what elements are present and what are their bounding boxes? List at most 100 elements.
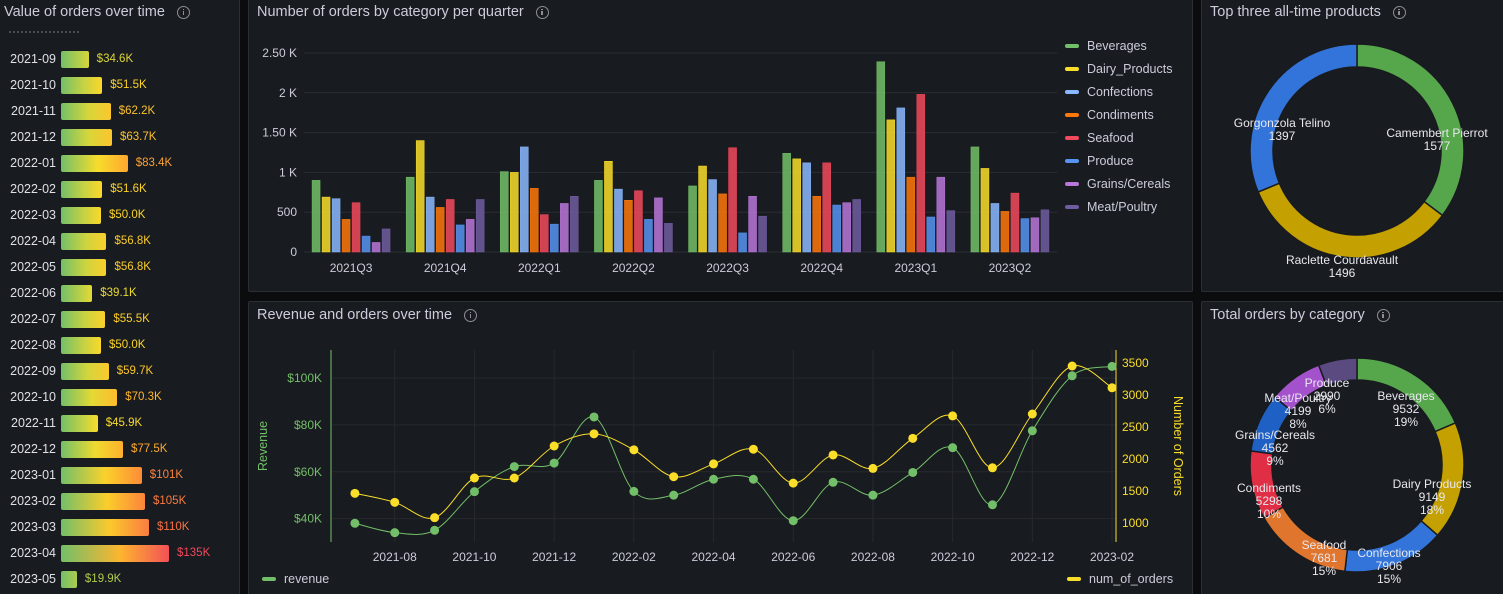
bar-chart-bar [936, 176, 946, 253]
bar-chart-bar [530, 188, 539, 253]
line-chart-ytick-left: $100K [287, 371, 322, 385]
bar-gauge-row: 2023-01 $101K [0, 464, 183, 486]
bar-chart-bar [321, 196, 331, 253]
bar-gauge-value: $56.8K [114, 235, 151, 247]
bar-gauge-bar [61, 76, 103, 94]
line-chart-ytick-right: 1500 [1122, 484, 1149, 498]
legend-item[interactable]: Seafood [1065, 131, 1134, 145]
line-point [430, 525, 440, 535]
bar-gauge-value: $34.6K [96, 53, 134, 65]
bar-chart-bar [361, 235, 371, 253]
bar-chart-bar [594, 180, 603, 253]
bar-gauge-bar [61, 232, 107, 250]
donut-value: 1397 [1269, 129, 1296, 143]
line-point [868, 490, 878, 500]
bar-gauge-value: $59.7K [116, 365, 154, 377]
line-point [430, 513, 440, 523]
bar-chart-xtick: 2022Q2 [612, 261, 655, 275]
donut-label: Raclette Courdavault [1286, 253, 1399, 267]
bar-chart-bar [708, 179, 717, 253]
bar-chart-bar [1010, 192, 1020, 253]
legend-swatch [1065, 67, 1079, 71]
bar-chart-bar [852, 199, 861, 253]
bar-chart-bar [782, 153, 791, 253]
bar-chart-bar [990, 203, 1000, 253]
donut-percent: 18% [1420, 503, 1444, 517]
donut-label: Beverages [1377, 389, 1434, 403]
bar-chart-bar [832, 204, 841, 253]
legend-label: Grains/Cereals [1087, 177, 1171, 191]
legend-label: Seafood [1087, 131, 1134, 145]
legend-item[interactable]: Confections [1065, 85, 1153, 99]
bar-chart-xtick: 2022Q4 [800, 261, 843, 275]
legend-item[interactable]: Meat/Poultry [1065, 200, 1157, 214]
value-orders-panel: Value of orders over time 2021-09 $34.6K 2… [0, 0, 240, 594]
bar-gauge-label: 2023-04 [10, 546, 56, 560]
bar-gauge-bar [61, 362, 109, 380]
bar-gauge-value: $101K [149, 469, 184, 481]
bar-gauge-row: 2022-09 $59.7K [0, 360, 153, 382]
bar-gauge-value: $39.1K [100, 287, 137, 299]
donut-value: 9532 [1393, 402, 1420, 416]
bar-chart-bar [822, 162, 831, 253]
bar-gauge-value: $83.4K [135, 157, 173, 169]
line-point [788, 516, 798, 526]
bar-gauge-row: 2021-11 $62.2K [0, 100, 155, 122]
bar-gauge-label: 2022-10 [10, 390, 56, 404]
legend-item[interactable]: Grains/Cereals [1065, 177, 1170, 191]
bar-gauge-bar [61, 310, 106, 328]
line-point [748, 444, 758, 454]
line-chart-xtick: 2022-12 [1010, 550, 1054, 564]
legend-swatch [1067, 577, 1081, 581]
bar-gauge-value: $63.7K [119, 131, 157, 143]
line-chart-ytick-right: 3000 [1122, 388, 1149, 402]
legend-item[interactable]: Condiments [1065, 108, 1154, 122]
donut-percent: 9% [1266, 454, 1284, 468]
bar-gauge-label: 2021-11 [11, 104, 56, 118]
line-point [469, 487, 479, 497]
bar-gauge-label: 2022-02 [10, 182, 56, 196]
donut-label: Gorgonzola Telino [1234, 116, 1331, 130]
line-series-revenue [354, 365, 1113, 535]
bar-gauge-value: $70.3K [125, 391, 162, 403]
bar-chart-bar [728, 147, 737, 253]
bar-gauge-label: 2022-01 [10, 156, 56, 170]
bar-gauge-value: $135K [177, 547, 211, 559]
line-chart-ytick-left: $60K [294, 465, 322, 479]
bar-chart-bar [415, 140, 425, 253]
bar-gauge-row: 2022-03 $50.0K [0, 204, 145, 226]
bar-chart-ytick: 0 [290, 245, 297, 259]
bar-chart-bar [792, 158, 801, 253]
panel-title: Value of orders over time [4, 4, 190, 20]
bar-chart-bar [812, 196, 821, 253]
bar-gauge-bar [61, 180, 103, 198]
bar-chart-bar [1020, 218, 1030, 253]
legend-swatch [262, 577, 276, 581]
bar-gauge-value: $105K [153, 495, 187, 507]
bar-chart-bar [738, 232, 747, 253]
bar-chart-bar [510, 172, 519, 253]
info-icon[interactable] [176, 5, 190, 19]
bar-chart-xtick: 2023Q1 [894, 261, 937, 275]
donut-value: 1496 [1329, 266, 1356, 280]
line-point [509, 462, 519, 472]
line-chart-ytick-left: $80K [294, 418, 322, 432]
bar-chart-bar [1000, 211, 1010, 253]
legend-item[interactable]: Dairy_Products [1065, 62, 1172, 76]
bar-chart-bar [980, 168, 990, 253]
line-chart-ytick-right: 2000 [1122, 452, 1149, 466]
legend-item[interactable]: Beverages [1065, 39, 1147, 53]
bar-gauge-bar [61, 492, 145, 510]
donut-label: Seafood [1302, 538, 1347, 552]
bar-chart-bar [614, 188, 623, 253]
donut-value: 5298 [1256, 494, 1283, 508]
bar-gauge-label: 2023-01 [10, 468, 56, 482]
legend-item[interactable]: Produce [1065, 154, 1134, 168]
legend-swatch [1065, 113, 1079, 117]
bar-gauge-bar [61, 518, 149, 536]
bar-chart-bar [550, 223, 559, 253]
line-chart-xtick: 2022-06 [771, 550, 815, 564]
bar-chart-bar [604, 160, 613, 253]
bar-chart-bar [664, 223, 673, 253]
bar-chart-bar [311, 180, 321, 253]
